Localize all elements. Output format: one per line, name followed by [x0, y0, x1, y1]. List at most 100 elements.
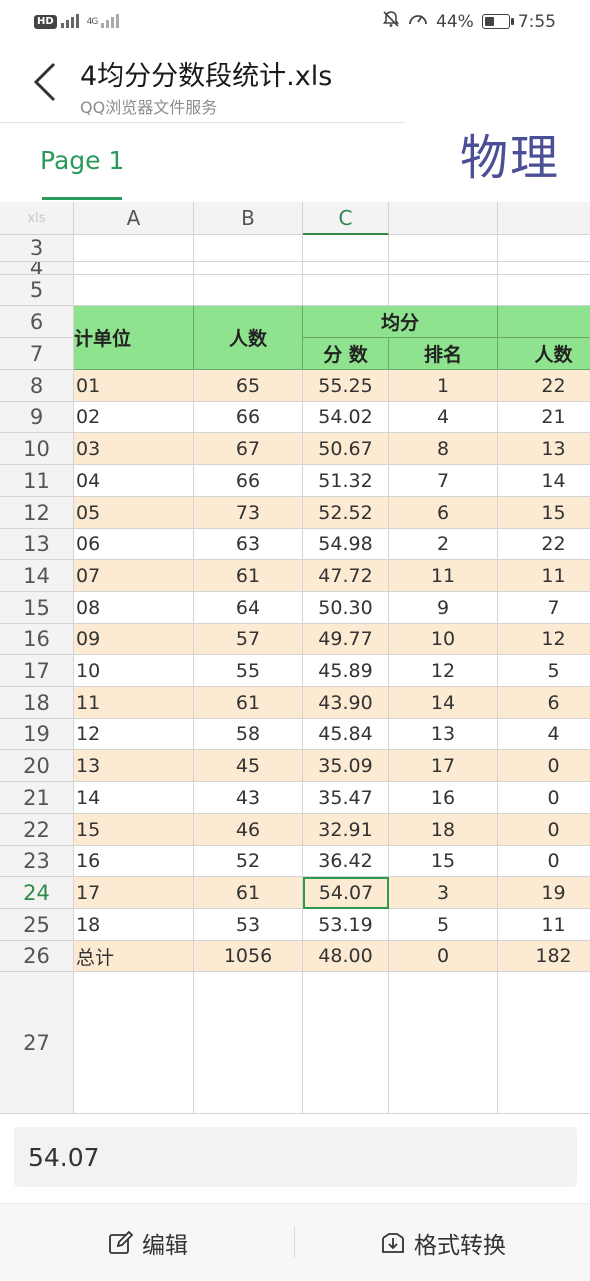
table-cell-b[interactable]: 58 [194, 719, 303, 750]
table-cell-b[interactable]: 57 [194, 624, 303, 655]
table-cell-c[interactable]: 54.98 [303, 529, 389, 560]
row-header-3[interactable]: 3 [0, 235, 74, 262]
row-header-12[interactable]: 12 [0, 497, 74, 529]
row-header-22[interactable]: 22 [0, 814, 74, 846]
table-cell-c[interactable]: 43.90 [303, 687, 389, 719]
table-cell-d[interactable]: 6 [389, 497, 498, 529]
row-header-27[interactable]: 27 [0, 972, 74, 1114]
table-cell-a[interactable]: 11 [74, 687, 194, 719]
table-cell-e[interactable]: 0 [498, 846, 590, 877]
table-cell-b[interactable]: 73 [194, 497, 303, 529]
table-cell-a[interactable]: 05 [74, 497, 194, 529]
empty-cell[interactable] [498, 275, 590, 306]
table-cell-d[interactable]: 4 [389, 402, 498, 433]
empty-cell[interactable] [498, 262, 590, 275]
row-header-26[interactable]: 26 [0, 941, 74, 972]
table-cell-e[interactable]: 11 [498, 909, 590, 941]
row-header-5[interactable]: 5 [0, 275, 74, 306]
table-cell-b[interactable]: 64 [194, 592, 303, 624]
table-cell-e[interactable]: 14 [498, 465, 590, 497]
table-cell-b[interactable]: 1056 [194, 941, 303, 972]
row-header-17[interactable]: 17 [0, 655, 74, 687]
table-cell-c[interactable]: 50.67 [303, 433, 389, 465]
table-cell-a[interactable]: 01 [74, 370, 194, 402]
empty-cell[interactable] [389, 972, 498, 1114]
table-cell-a[interactable]: 12 [74, 719, 194, 750]
table-cell-d[interactable]: 12 [389, 655, 498, 687]
table-cell-a[interactable]: 09 [74, 624, 194, 655]
table-cell-e[interactable]: 4 [498, 719, 590, 750]
empty-cell[interactable] [303, 275, 389, 306]
table-cell-d[interactable]: 1 [389, 370, 498, 402]
table-cell-a[interactable]: 15 [74, 814, 194, 846]
row-header-25[interactable]: 25 [0, 909, 74, 941]
back-button[interactable] [30, 60, 70, 108]
table-cell-d[interactable]: 11 [389, 560, 498, 592]
table-cell-e[interactable]: 7 [498, 592, 590, 624]
table-cell-d[interactable]: 7 [389, 465, 498, 497]
empty-cell[interactable] [194, 972, 303, 1114]
row-header-7[interactable]: 7 [0, 338, 74, 370]
column-header-b[interactable]: B [194, 202, 303, 235]
empty-cell[interactable] [498, 972, 590, 1114]
column-header-blank-4[interactable] [498, 202, 590, 235]
column-header-a[interactable]: A [74, 202, 194, 235]
table-cell-e[interactable]: 11 [498, 560, 590, 592]
column-header-blank-3[interactable] [389, 202, 498, 235]
table-cell-d[interactable]: 10 [389, 624, 498, 655]
table-cell-b[interactable]: 66 [194, 402, 303, 433]
table-cell-a[interactable]: 13 [74, 750, 194, 782]
table-cell-e[interactable]: 5 [498, 655, 590, 687]
table-cell-b[interactable]: 67 [194, 433, 303, 465]
table-cell-b[interactable]: 61 [194, 877, 303, 909]
table-cell-d[interactable]: 0 [389, 941, 498, 972]
empty-cell[interactable] [194, 262, 303, 275]
row-header-24[interactable]: 24 [0, 877, 74, 909]
spreadsheet-grid[interactable]: xls A B C 3 4 5 6 7 计单位 人数 均分分 数排名 人数 8 01 65 55.25 1 22 9 0… [0, 202, 590, 1114]
table-cell-d[interactable]: 16 [389, 782, 498, 814]
row-header-15[interactable]: 15 [0, 592, 74, 624]
table-cell-e[interactable]: 21 [498, 402, 590, 433]
table-cell-c[interactable]: 47.72 [303, 560, 389, 592]
table-cell-c[interactable]: 36.42 [303, 846, 389, 877]
row-header-20[interactable]: 20 [0, 750, 74, 782]
table-cell-c[interactable]: 51.32 [303, 465, 389, 497]
empty-cell[interactable] [194, 235, 303, 262]
row-header-19[interactable]: 19 [0, 719, 74, 750]
table-cell-b[interactable]: 53 [194, 909, 303, 941]
row-header-13[interactable]: 13 [0, 529, 74, 560]
table-cell-a[interactable]: 14 [74, 782, 194, 814]
table-cell-d[interactable]: 18 [389, 814, 498, 846]
table-cell-c[interactable]: 53.19 [303, 909, 389, 941]
table-cell-a[interactable]: 02 [74, 402, 194, 433]
empty-cell[interactable] [498, 235, 590, 262]
empty-cell[interactable] [74, 972, 194, 1114]
convert-format-button[interactable]: 格式转换 [380, 1226, 506, 1260]
tab-page-1[interactable]: Page 1 [40, 146, 124, 175]
table-cell-e[interactable]: 19 [498, 877, 590, 909]
empty-cell[interactable] [303, 972, 389, 1114]
row-header-11[interactable]: 11 [0, 465, 74, 497]
table-cell-a[interactable]: 04 [74, 465, 194, 497]
table-cell-a[interactable]: 10 [74, 655, 194, 687]
row-header-4[interactable]: 4 [0, 262, 74, 275]
row-header-8[interactable]: 8 [0, 370, 74, 402]
table-cell-a[interactable]: 08 [74, 592, 194, 624]
table-cell-c[interactable]: 32.91 [303, 814, 389, 846]
row-header-23[interactable]: 23 [0, 846, 74, 877]
table-cell-b[interactable]: 65 [194, 370, 303, 402]
table-cell-a[interactable]: 06 [74, 529, 194, 560]
table-cell-c[interactable]: 52.52 [303, 497, 389, 529]
table-cell-c[interactable]: 49.77 [303, 624, 389, 655]
table-cell-b[interactable]: 55 [194, 655, 303, 687]
row-header-10[interactable]: 10 [0, 433, 74, 465]
edit-button[interactable]: 编辑 [108, 1226, 188, 1260]
table-cell-e[interactable]: 182 [498, 941, 590, 972]
table-cell-c[interactable]: 50.30 [303, 592, 389, 624]
table-cell-e[interactable]: 15 [498, 497, 590, 529]
empty-cell[interactable] [74, 262, 194, 275]
table-cell-c[interactable]: 35.47 [303, 782, 389, 814]
row-header-21[interactable]: 21 [0, 782, 74, 814]
table-cell-b[interactable]: 52 [194, 846, 303, 877]
table-cell-c[interactable]: 48.00 [303, 941, 389, 972]
